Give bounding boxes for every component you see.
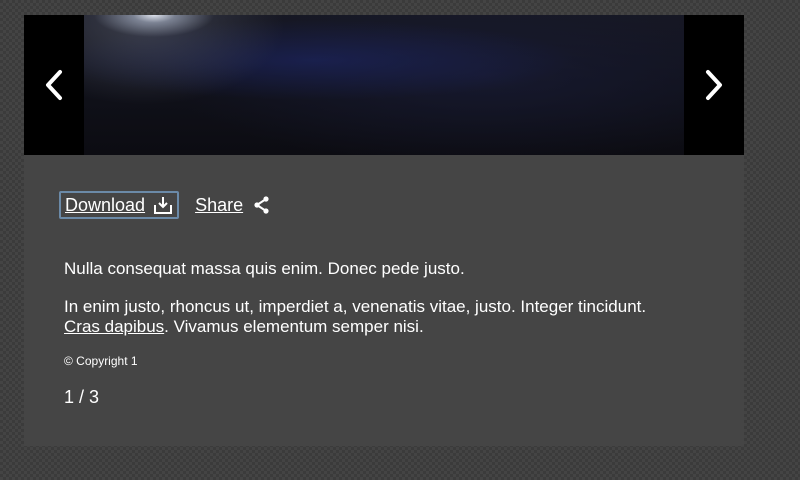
copyright-text: © Copyright 1 (64, 354, 138, 368)
previous-button[interactable] (24, 15, 84, 155)
download-icon (153, 195, 173, 215)
gallery-image (84, 15, 684, 155)
chevron-right-icon (706, 70, 722, 100)
caption-text: In enim justo, rhoncus ut, imperdiet a, … (64, 297, 647, 316)
download-label: Download (65, 194, 146, 215)
image-viewer (24, 15, 744, 155)
share-icon (253, 196, 271, 214)
share-button[interactable]: Share (195, 195, 271, 216)
caption-paragraph: In enim justo, rhoncus ut, imperdiet a, … (64, 297, 714, 337)
action-bar: Download Share (59, 191, 271, 219)
chevron-left-icon (46, 70, 62, 100)
caption: Nulla consequat massa quis enim. Donec p… (64, 259, 714, 337)
caption-paragraph: Nulla consequat massa quis enim. Donec p… (64, 259, 465, 278)
download-button[interactable]: Download (59, 191, 180, 219)
slide-counter: 1 / 3 (64, 387, 100, 407)
caption-text: . Vivamus elementum semper nisi. (164, 317, 424, 336)
share-label: Share (195, 194, 244, 215)
next-button[interactable] (684, 15, 744, 155)
caption-link[interactable]: Cras dapibus (64, 317, 164, 336)
lightbox-panel: Download Share Nulla consequat massa qui… (24, 15, 744, 446)
